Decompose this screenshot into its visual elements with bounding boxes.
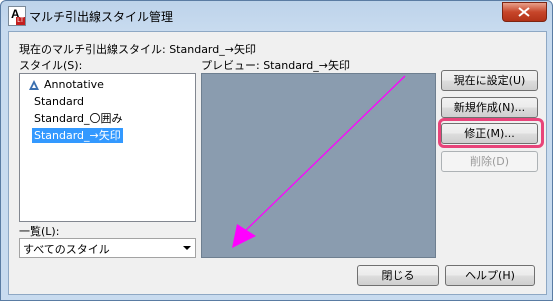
delete-button[interactable]: 削除(D) <box>441 151 538 172</box>
new-button[interactable]: 新規作成(N)... <box>441 97 538 118</box>
close-icon <box>518 7 530 17</box>
leader-preview <box>232 75 406 248</box>
close-button[interactable]: 閉じる <box>357 265 439 286</box>
filter-dropdown[interactable]: すべてのスタイル <box>19 238 196 258</box>
list-item-annotative[interactable]: Annotative <box>29 77 104 92</box>
filter-label: 一覧(L): <box>19 225 60 238</box>
modify-button[interactable]: 修正(M)... <box>441 123 538 144</box>
preview-panel <box>201 73 436 258</box>
annotative-icon <box>29 80 39 90</box>
styles-list[interactable]: Annotative Standard Standard_〇囲み Standar… <box>19 73 196 222</box>
chevron-down-icon <box>183 246 191 250</box>
filter-value: すべてのスタイル <box>23 243 110 256</box>
preview-label: プレビュー: Standard_→矢印 <box>201 59 350 72</box>
list-item-standard-circle[interactable]: Standard_〇囲み <box>34 111 123 126</box>
window-title: マルチ引出線スタイル管理 <box>29 10 174 24</box>
multileader-style-manager-dialog: A LT マルチ引出線スタイル管理 現在のマルチ引出線スタイル: Standard… <box>0 0 553 301</box>
leader-line <box>241 75 406 235</box>
styles-label: スタイル(S): <box>19 59 83 72</box>
help-button[interactable]: ヘルプ(H) <box>445 265 535 286</box>
list-item-standard-arrow[interactable]: Standard_→矢印 <box>32 128 123 143</box>
dialog-body: 現在のマルチ引出線スタイル: Standard_→矢印 スタイル(S): プレビ… <box>8 31 547 295</box>
autocad-lt-icon: A LT <box>8 6 26 26</box>
set-current-button[interactable]: 現在に設定(U) <box>441 70 538 91</box>
current-style-label: 現在のマルチ引出線スタイル: Standard_→矢印 <box>19 43 256 56</box>
list-item-standard[interactable]: Standard <box>34 94 84 109</box>
title-bar[interactable]: A LT マルチ引出線スタイル管理 <box>1 1 552 31</box>
close-window-button[interactable] <box>502 2 547 22</box>
arrowhead-icon <box>232 224 256 248</box>
